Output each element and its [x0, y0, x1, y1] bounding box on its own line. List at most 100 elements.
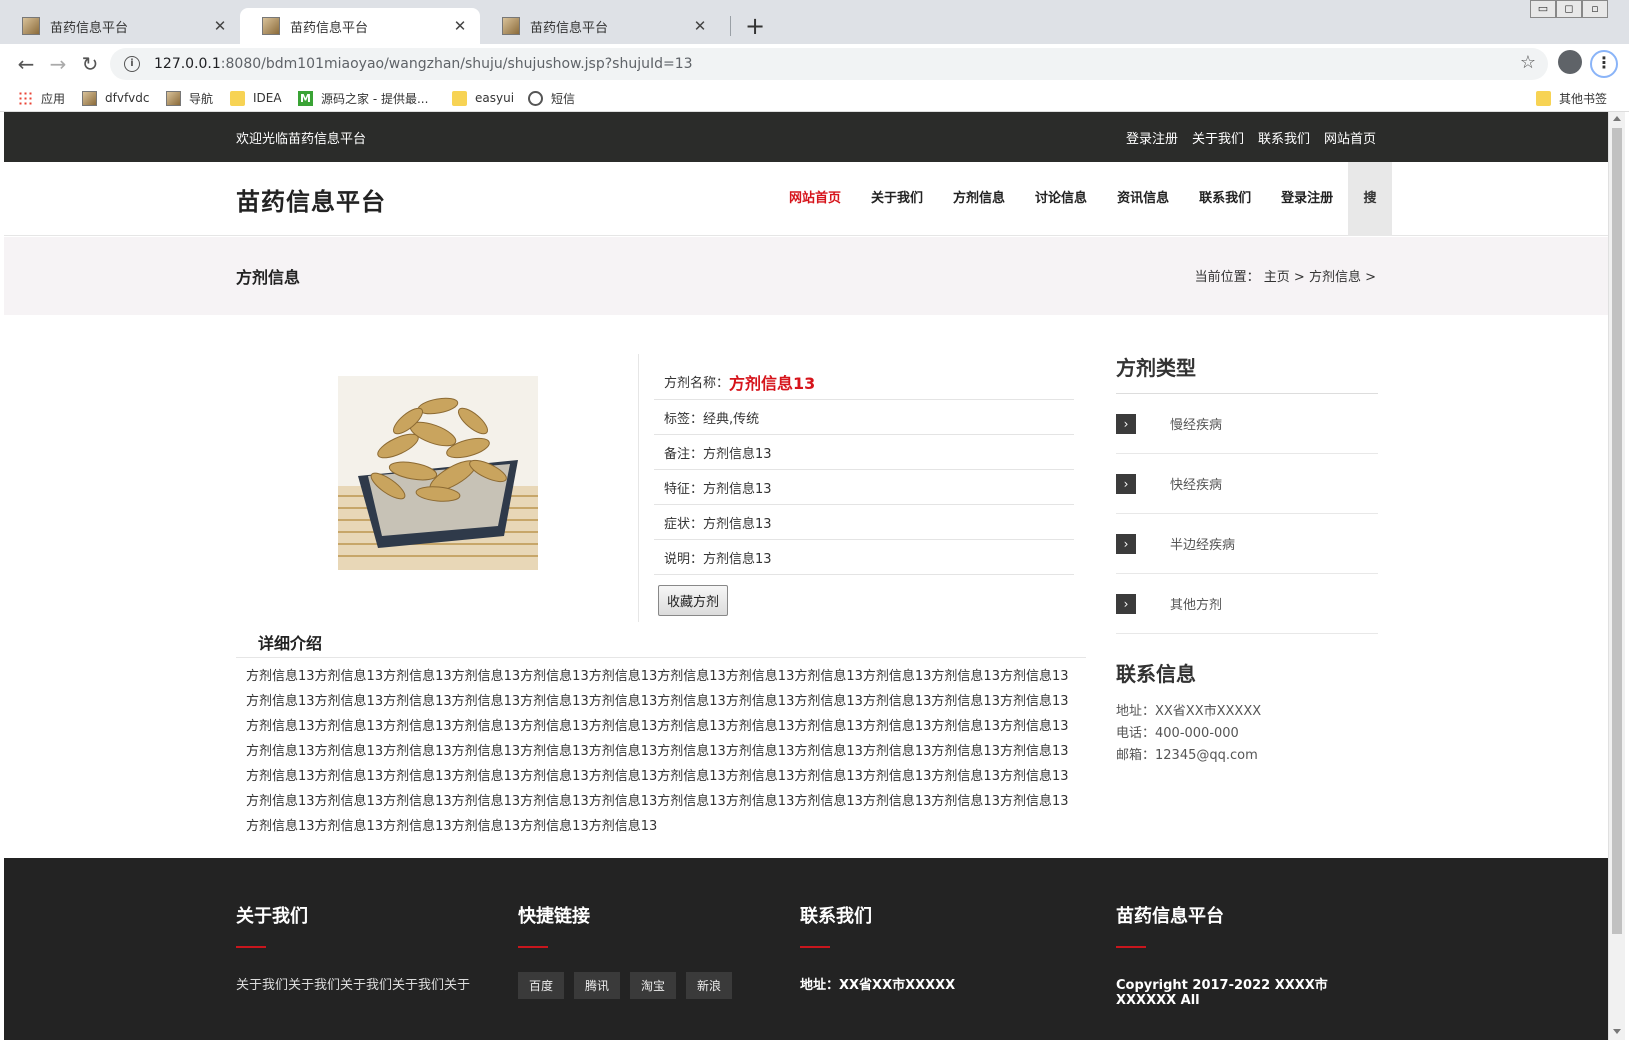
bookmark-dfvfvdc[interactable]: dfvfvdc — [82, 87, 149, 109]
top-links: 登录注册 关于我们 联系我们 网站首页 — [1126, 128, 1376, 147]
other-bookmarks[interactable]: 其他书签 — [1536, 87, 1607, 109]
top-link-home[interactable]: 网站首页 — [1324, 128, 1376, 147]
contact-address: 地址：XX省XX市XXXXX — [1116, 704, 1262, 719]
footer-about: 关于我们 关于我们关于我们关于我们关于我们关于 — [236, 902, 486, 998]
bookmark-label: IDEA — [253, 91, 282, 105]
category-item[interactable]: › 其他方剂 — [1116, 574, 1378, 634]
site-header: 苗药信息平台 网站首页 关于我们 方剂信息 讨论信息 资讯信息 联系我们 登录注… — [4, 162, 1608, 236]
quick-link-taobao[interactable]: 淘宝 — [630, 972, 677, 999]
quick-links: 百度 腾讯 淘宝 新浪 — [518, 972, 768, 999]
nav-discussion[interactable]: 讨论信息 — [1020, 162, 1102, 236]
quick-link-baidu[interactable]: 百度 — [518, 972, 565, 999]
category-label: 慢经疾病 — [1170, 418, 1223, 433]
chevron-right-icon: › — [1116, 593, 1136, 614]
bookmark-idea[interactable]: IDEA — [230, 87, 282, 109]
nav-prescriptions[interactable]: 方剂信息 — [938, 162, 1020, 236]
page-scrollbar[interactable] — [1608, 112, 1625, 1040]
footer-site: 苗药信息平台 Copyright 2017-2022 XXXX市XXXXXX A… — [1116, 902, 1386, 1008]
bookmark-easyui[interactable]: easyui — [452, 87, 514, 109]
main-nav: 网站首页 关于我们 方剂信息 讨论信息 资讯信息 联系我们 登录注册 — [774, 162, 1348, 236]
contact-info: 地址：XX省XX市XXXXX 电话：400-000-000 邮箱：12345@q… — [1116, 701, 1378, 767]
browser-tab-3[interactable]: 苗药信息平台 ✕ — [480, 8, 720, 44]
restore-window-button[interactable]: ◻ — [1556, 0, 1582, 18]
info-value: 方剂信息13 — [703, 516, 772, 532]
url-path: :8080/bdm101miaoyao/wangzhan/shuju/shuju… — [220, 56, 693, 72]
nav-home[interactable]: 网站首页 — [774, 162, 856, 236]
scroll-up-arrow-icon[interactable] — [1613, 116, 1621, 121]
favorite-button[interactable]: 收藏方剂 — [658, 585, 729, 616]
tab-title: 苗药信息平台 — [530, 20, 609, 36]
profile-avatar-icon[interactable] — [1558, 50, 1582, 74]
quick-link-tencent[interactable]: 腾讯 — [574, 972, 621, 999]
m-logo-icon: M — [298, 90, 313, 106]
info-value: 方剂信息13 — [703, 446, 772, 462]
info-row-symptom: 症状： 方剂信息13 — [654, 505, 1074, 540]
close-tab-icon[interactable]: ✕ — [452, 17, 468, 35]
new-tab-button[interactable]: + — [740, 12, 770, 40]
heading-underline — [236, 946, 266, 948]
bookmark-apps[interactable]: 应用 — [18, 87, 65, 109]
top-link-login[interactable]: 登录注册 — [1126, 128, 1178, 147]
close-tab-icon[interactable]: ✕ — [692, 17, 708, 35]
scroll-down-arrow-icon[interactable] — [1613, 1029, 1621, 1034]
bookmark-yuanma[interactable]: M 源码之家 - 提供最... — [298, 87, 428, 109]
product-image — [338, 376, 538, 570]
footer-about-heading: 关于我们 — [236, 906, 308, 927]
browser-menu-icon[interactable]: ⋮ — [1590, 50, 1618, 78]
detail-heading: 详细介绍 — [258, 634, 323, 653]
info-label: 特征： — [664, 481, 704, 497]
scroll-thumb[interactable] — [1612, 128, 1622, 934]
close-window-button[interactable]: ▫ — [1582, 0, 1608, 18]
heading-underline — [1116, 946, 1146, 948]
quick-link-sina[interactable]: 新浪 — [686, 972, 733, 999]
minimize-window-button[interactable]: ▭ — [1530, 0, 1556, 18]
footer-links-heading: 快捷链接 — [518, 906, 590, 927]
bookmark-label: 应用 — [41, 91, 66, 106]
footer-contact: 联系我们 地址：XX省XX市XXXXX — [800, 902, 1050, 993]
nav-about[interactable]: 关于我们 — [856, 162, 938, 236]
site-info-icon[interactable]: i — [124, 56, 140, 72]
breadcrumb-current[interactable]: 方剂信息 — [1309, 270, 1361, 285]
category-label: 半边经疾病 — [1170, 538, 1236, 553]
nav-news[interactable]: 资讯信息 — [1102, 162, 1184, 236]
globe-icon — [528, 90, 543, 106]
info-value: 经典,传统 — [703, 411, 760, 427]
contact-phone: 电话：400-000-000 — [1116, 726, 1239, 741]
tab-separator — [730, 16, 731, 36]
bookmark-star-icon[interactable]: ☆ — [1520, 52, 1536, 73]
back-arrow-icon[interactable]: ← — [12, 50, 40, 78]
category-item[interactable]: › 快经疾病 — [1116, 454, 1378, 514]
close-tab-icon[interactable]: ✕ — [212, 17, 228, 35]
site-logo-title[interactable]: 苗药信息平台 — [236, 182, 386, 217]
search-button[interactable]: 搜 — [1348, 162, 1392, 236]
browser-tab-2-active[interactable]: 苗药信息平台 ✕ — [240, 8, 480, 44]
category-item[interactable]: › 慢经疾病 — [1116, 394, 1378, 454]
breadcrumb-home[interactable]: 主页 — [1264, 270, 1290, 285]
reload-icon[interactable]: ↻ — [76, 50, 104, 78]
site-footer: 关于我们 关于我们关于我们关于我们关于我们关于 快捷链接 百度 腾讯 淘宝 新浪… — [4, 858, 1608, 1040]
contact-email: 邮箱：12345@qq.com — [1116, 748, 1258, 763]
chevron-right-icon: › — [1116, 533, 1136, 554]
page-favicon-icon — [502, 17, 520, 35]
bookmark-sms[interactable]: 短信 — [528, 87, 575, 109]
browser-tab-1[interactable]: 苗药信息平台 ✕ — [0, 8, 240, 44]
forward-arrow-icon[interactable]: → — [44, 50, 72, 78]
folder-icon — [452, 90, 467, 106]
nav-contact[interactable]: 联系我们 — [1184, 162, 1266, 236]
footer-links: 快捷链接 百度 腾讯 淘宝 新浪 — [518, 902, 768, 999]
apps-grid-icon — [18, 90, 33, 106]
chevron-right-icon: › — [1116, 413, 1136, 434]
category-item[interactable]: › 半边经疾病 — [1116, 514, 1378, 574]
address-bar[interactable]: i 127.0.0.1:8080/bdm101miaoyao/wangzhan/… — [110, 48, 1548, 80]
bookmark-label: easyui — [475, 91, 515, 105]
breadcrumb: 当前位置： 主页 > 方剂信息 > — [1195, 266, 1376, 285]
page-banner: 方剂信息 当前位置： 主页 > 方剂信息 > — [4, 237, 1608, 315]
footer-about-text: 关于我们关于我们关于我们关于我们关于 — [236, 978, 471, 993]
page-favicon-icon — [82, 90, 97, 106]
top-link-about[interactable]: 关于我们 — [1192, 128, 1244, 147]
folder-icon — [230, 90, 245, 106]
footer-site-heading: 苗药信息平台 — [1116, 906, 1224, 927]
top-link-contact[interactable]: 联系我们 — [1258, 128, 1310, 147]
bookmark-nav[interactable]: 导航 — [166, 87, 213, 109]
nav-login[interactable]: 登录注册 — [1266, 162, 1348, 236]
